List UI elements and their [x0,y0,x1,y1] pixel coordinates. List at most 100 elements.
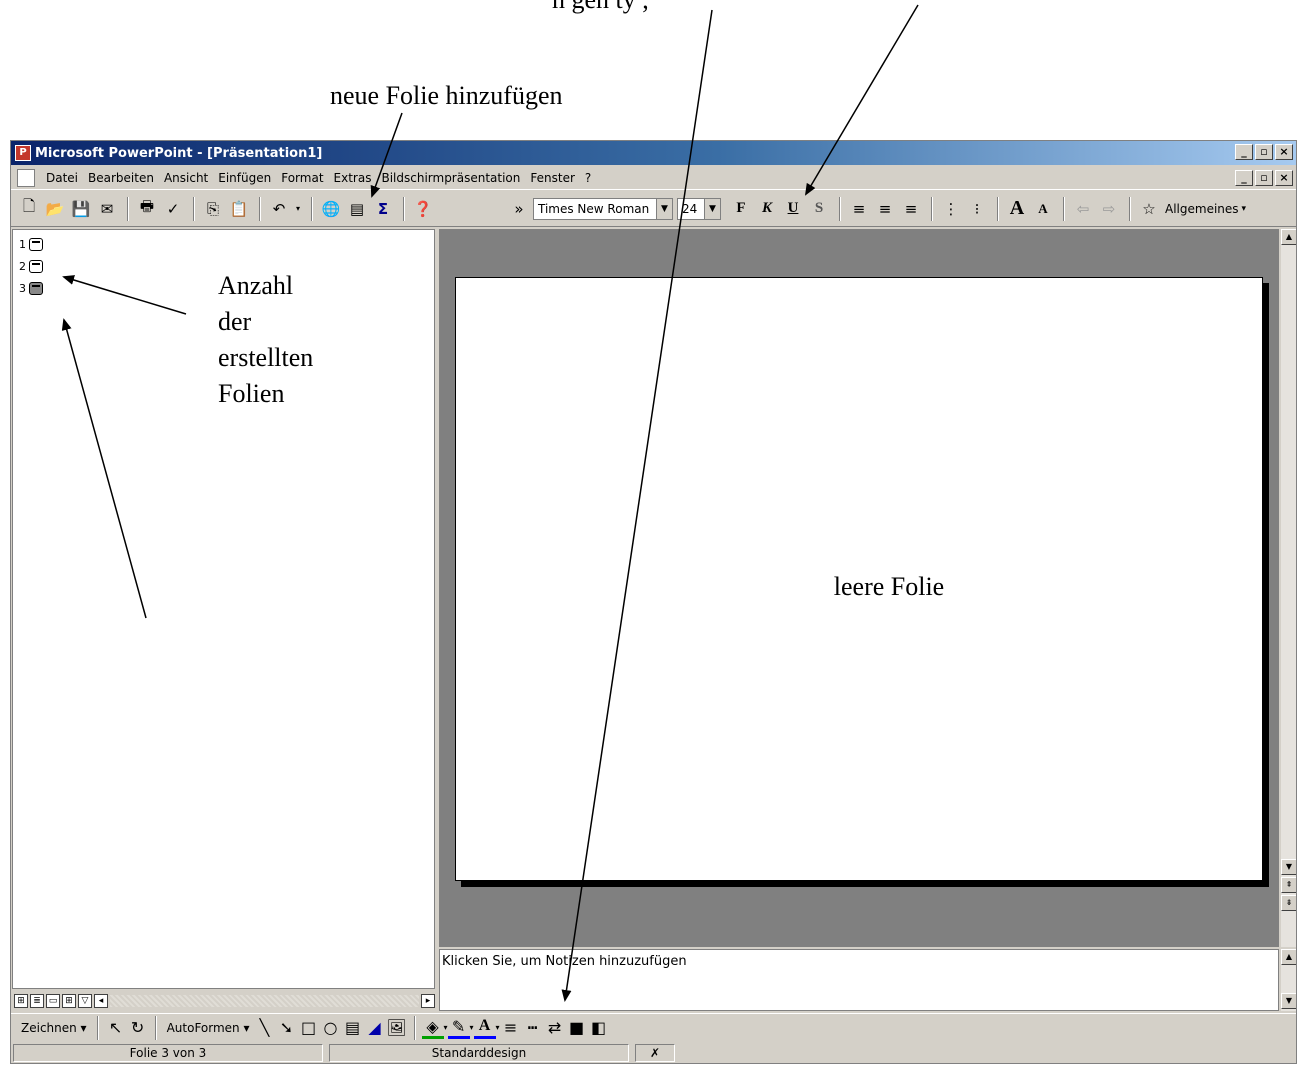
scroll-left-icon[interactable]: ◂ [94,994,108,1008]
title-bar: P Microsoft PowerPoint - [Präsentation1]… [11,141,1296,165]
font-name-combo[interactable]: Times New Roman ▼ [533,197,673,220]
fill-color-icon[interactable]: ◈ [421,1017,444,1039]
new-slide-icon[interactable]: ▤ [345,197,369,221]
line-icon[interactable]: ╲ [254,1017,276,1039]
wordart-icon[interactable]: ◢ [364,1017,386,1039]
textbox-icon[interactable]: ▤ [342,1017,364,1039]
numbered-list-icon[interactable]: ⋮ [939,197,963,221]
undo-icon[interactable]: ↶ [267,197,291,221]
design-label[interactable]: Allgemeines [1165,202,1239,216]
menu-bildschirmpraesentation[interactable]: Bildschirmpräsentation [376,171,525,185]
toolbar-separator [96,1015,99,1040]
menu-fenster[interactable]: Fenster [525,171,580,185]
shadow-button[interactable]: S [807,197,831,221]
align-right-icon[interactable]: ≡ [899,197,923,221]
scroll-up-icon[interactable]: ▲ [1281,949,1296,965]
paste-icon[interactable]: 📋 [227,197,251,221]
toolbar-separator [839,196,841,221]
menu-extras[interactable]: Extras [329,171,377,185]
maximize-button[interactable]: ▫ [1255,144,1273,160]
toolbar-overflow-icon[interactable]: » [507,197,531,221]
doc-maximize-button[interactable]: ▫ [1255,170,1273,186]
arrow-icon[interactable]: ➘ [276,1017,298,1039]
bold-button[interactable]: F [729,197,753,221]
slide-scrollbar[interactable]: ▲ ▼ ⇞ ⇟ [1280,229,1296,947]
hyperlink-icon[interactable]: 🌐 [319,197,343,221]
scroll-down-icon[interactable]: ▼ [1281,993,1296,1009]
sum-icon[interactable]: Σ [371,197,395,221]
outline-slide-3[interactable]: 3 [19,282,43,295]
draw-menu-button[interactable]: Zeichnen ▾ [17,1021,91,1035]
align-left-icon[interactable]: ≡ [847,197,871,221]
italic-button[interactable]: K [755,197,779,221]
chevron-down-icon[interactable]: ▼ [704,198,720,219]
notes-scrollbar[interactable]: ▲ ▼ [1280,949,1296,1011]
decrease-font-icon[interactable]: A [1031,197,1055,221]
clipart-icon[interactable]: 🖼 [386,1017,408,1039]
design-star-icon[interactable]: ☆ [1137,197,1161,221]
document-icon[interactable] [17,168,35,187]
next-slide-icon[interactable]: ⇟ [1281,895,1296,911]
outline-slide-2[interactable]: 2 [19,260,43,273]
notes-pane[interactable]: Klicken Sie, um Notizen hinzuzufügen [439,949,1279,1011]
minimize-button[interactable]: _ [1235,144,1253,160]
slide-canvas[interactable]: leere Folie [455,277,1263,881]
scroll-right-icon[interactable]: ▸ [421,994,435,1008]
demote-icon[interactable]: ⇨ [1097,197,1121,221]
menu-bearbeiten[interactable]: Bearbeiten [83,171,159,185]
previous-slide-icon[interactable]: ⇞ [1281,877,1296,893]
menu-format[interactable]: Format [276,171,328,185]
line-color-icon[interactable]: ✎ [447,1017,470,1039]
notes-placeholder: Klicken Sie, um Notizen hinzuzufügen [442,954,687,969]
bulleted-list-icon[interactable]: ⁝ [965,197,989,221]
oval-icon[interactable]: ○ [320,1017,342,1039]
free-rotate-icon[interactable]: ↻ [127,1017,149,1039]
doc-minimize-button[interactable]: _ [1235,170,1253,186]
spellcheck-icon[interactable]: ✓ [161,197,185,221]
slide-sorter-icon[interactable]: ⊞ [62,994,76,1008]
line-style-icon[interactable]: ≡ [500,1017,522,1039]
slide-icon [29,282,43,295]
normal-view-icon[interactable]: ⊞ [14,994,28,1008]
menu-ansicht[interactable]: Ansicht [159,171,213,185]
select-pointer-icon[interactable]: ↖ [105,1017,127,1039]
slide-view-icon[interactable]: ▭ [46,994,60,1008]
shadow-icon[interactable]: ■ [566,1017,588,1039]
help-icon[interactable]: ❓ [411,197,435,221]
scroll-down-icon[interactable]: ▼ [1281,859,1296,875]
promote-icon[interactable]: ⇦ [1071,197,1095,221]
arrow-style-icon[interactable]: ⇄ [544,1017,566,1039]
chevron-down-icon[interactable]: ▼ [656,198,672,219]
status-slide-indicator: Folie 3 von 3 [13,1044,323,1062]
rectangle-icon[interactable]: □ [298,1017,320,1039]
dash-style-icon[interactable]: ┅ [522,1017,544,1039]
doc-close-button[interactable]: × [1275,170,1293,186]
3d-icon[interactable]: ◧ [588,1017,610,1039]
autoshapes-button[interactable]: AutoFormen ▾ [163,1021,254,1035]
outline-slide-1[interactable]: 1 [19,238,43,251]
close-button[interactable]: × [1275,144,1293,160]
underline-button[interactable]: U [781,197,805,221]
save-icon[interactable]: 💾 [69,197,93,221]
menu-einfuegen[interactable]: Einfügen [213,171,276,185]
outline-view-icon[interactable]: ≣ [30,994,44,1008]
menu-help[interactable]: ? [580,171,596,185]
align-center-icon[interactable]: ≡ [873,197,897,221]
email-icon[interactable]: ✉ [95,197,119,221]
new-document-icon[interactable]: 🗋 [17,197,41,221]
undo-dropdown-icon[interactable]: ▾ [293,197,303,221]
increase-font-icon[interactable]: A [1005,197,1029,221]
slide-icon [29,238,43,251]
horizontal-scroll-track[interactable] [110,995,419,1007]
menu-datei[interactable]: Datei [41,171,83,185]
print-icon[interactable]: 🖶 [135,197,159,221]
font-color-icon[interactable]: A [473,1017,496,1039]
toolbar-separator [403,196,405,221]
slideshow-icon[interactable]: ▽ [78,994,92,1008]
window-title: Microsoft PowerPoint - [Präsentation1] [35,145,323,161]
open-folder-icon[interactable]: 📂 [43,197,67,221]
copy-icon[interactable]: ⎘ [201,197,225,221]
design-dropdown-icon[interactable]: ▾ [1242,204,1247,214]
font-size-combo[interactable]: 24 ▼ [677,197,721,220]
scroll-up-icon[interactable]: ▲ [1281,229,1296,245]
